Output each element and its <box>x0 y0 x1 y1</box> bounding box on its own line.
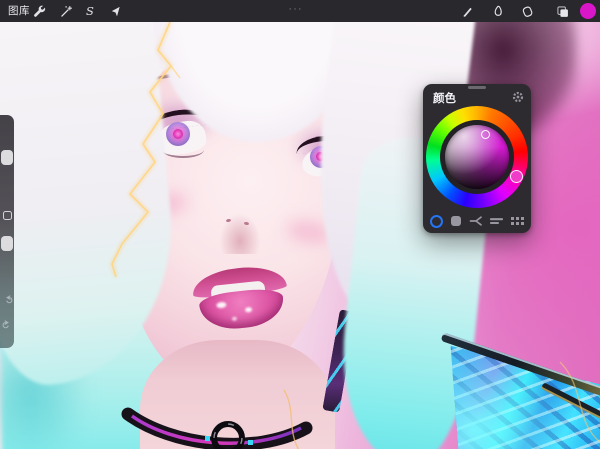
saturation-brightness-disc[interactable] <box>445 125 509 189</box>
mode-classic-button[interactable] <box>451 216 461 226</box>
panel-drag-handle[interactable] <box>468 86 486 89</box>
layers-icon <box>555 4 570 19</box>
value-mode-icon <box>490 216 503 226</box>
smudge-finger-icon <box>490 4 505 19</box>
adjustments-button[interactable] <box>55 0 77 22</box>
layers-button[interactable] <box>551 0 573 22</box>
canvas-options-button[interactable]: ··· <box>283 0 309 22</box>
eraser-tool-button[interactable] <box>516 0 538 22</box>
transform-button[interactable] <box>104 0 126 22</box>
mode-harmony-button[interactable] <box>469 215 483 227</box>
color-mode-switcher <box>423 212 531 230</box>
artwork-choker-stud <box>205 436 210 441</box>
wrench-icon <box>32 4 47 19</box>
brush-icon <box>460 4 475 19</box>
harmony-mode-icon <box>469 215 483 227</box>
procreate-app: 图库 S ··· <box>0 0 600 449</box>
sidebar <box>0 115 14 348</box>
top-toolbar: 图库 S ··· <box>0 0 600 22</box>
redo-icon[interactable] <box>2 318 13 329</box>
gallery-button[interactable]: 图库 <box>8 0 30 22</box>
disc-cursor[interactable] <box>481 130 490 139</box>
palettes-mode-icon <box>511 217 524 226</box>
color-settings-gear-icon[interactable] <box>512 91 524 103</box>
smudge-tool-button[interactable] <box>486 0 508 22</box>
artwork-choker-stud <box>248 440 253 445</box>
eraser-icon <box>520 4 535 19</box>
mode-value-button[interactable] <box>490 216 503 226</box>
transform-arrow-icon <box>108 4 123 19</box>
current-color-swatch[interactable] <box>580 3 596 19</box>
color-panel-title: 颜色 <box>433 90 456 106</box>
undo-icon[interactable] <box>2 293 13 304</box>
disc-mode-icon <box>430 215 443 228</box>
selection-button[interactable]: S <box>79 0 101 22</box>
magic-wand-icon <box>59 4 74 19</box>
opacity-handle[interactable] <box>1 236 13 251</box>
selection-s-icon: S <box>86 0 94 22</box>
artwork-lightning-tattoo <box>112 22 171 277</box>
mode-palettes-button[interactable] <box>511 217 524 226</box>
artwork-gold-wire <box>560 362 600 442</box>
classic-mode-icon <box>451 216 461 226</box>
mode-disc-button[interactable] <box>430 215 443 228</box>
actions-button[interactable] <box>28 0 50 22</box>
color-panel: 颜色 <box>423 84 531 233</box>
modify-button[interactable] <box>3 211 12 220</box>
hue-cursor[interactable] <box>510 170 523 183</box>
brush-tool-button[interactable] <box>456 0 478 22</box>
brush-size-handle[interactable] <box>1 150 13 165</box>
artwork-lightning-branch <box>171 66 180 78</box>
